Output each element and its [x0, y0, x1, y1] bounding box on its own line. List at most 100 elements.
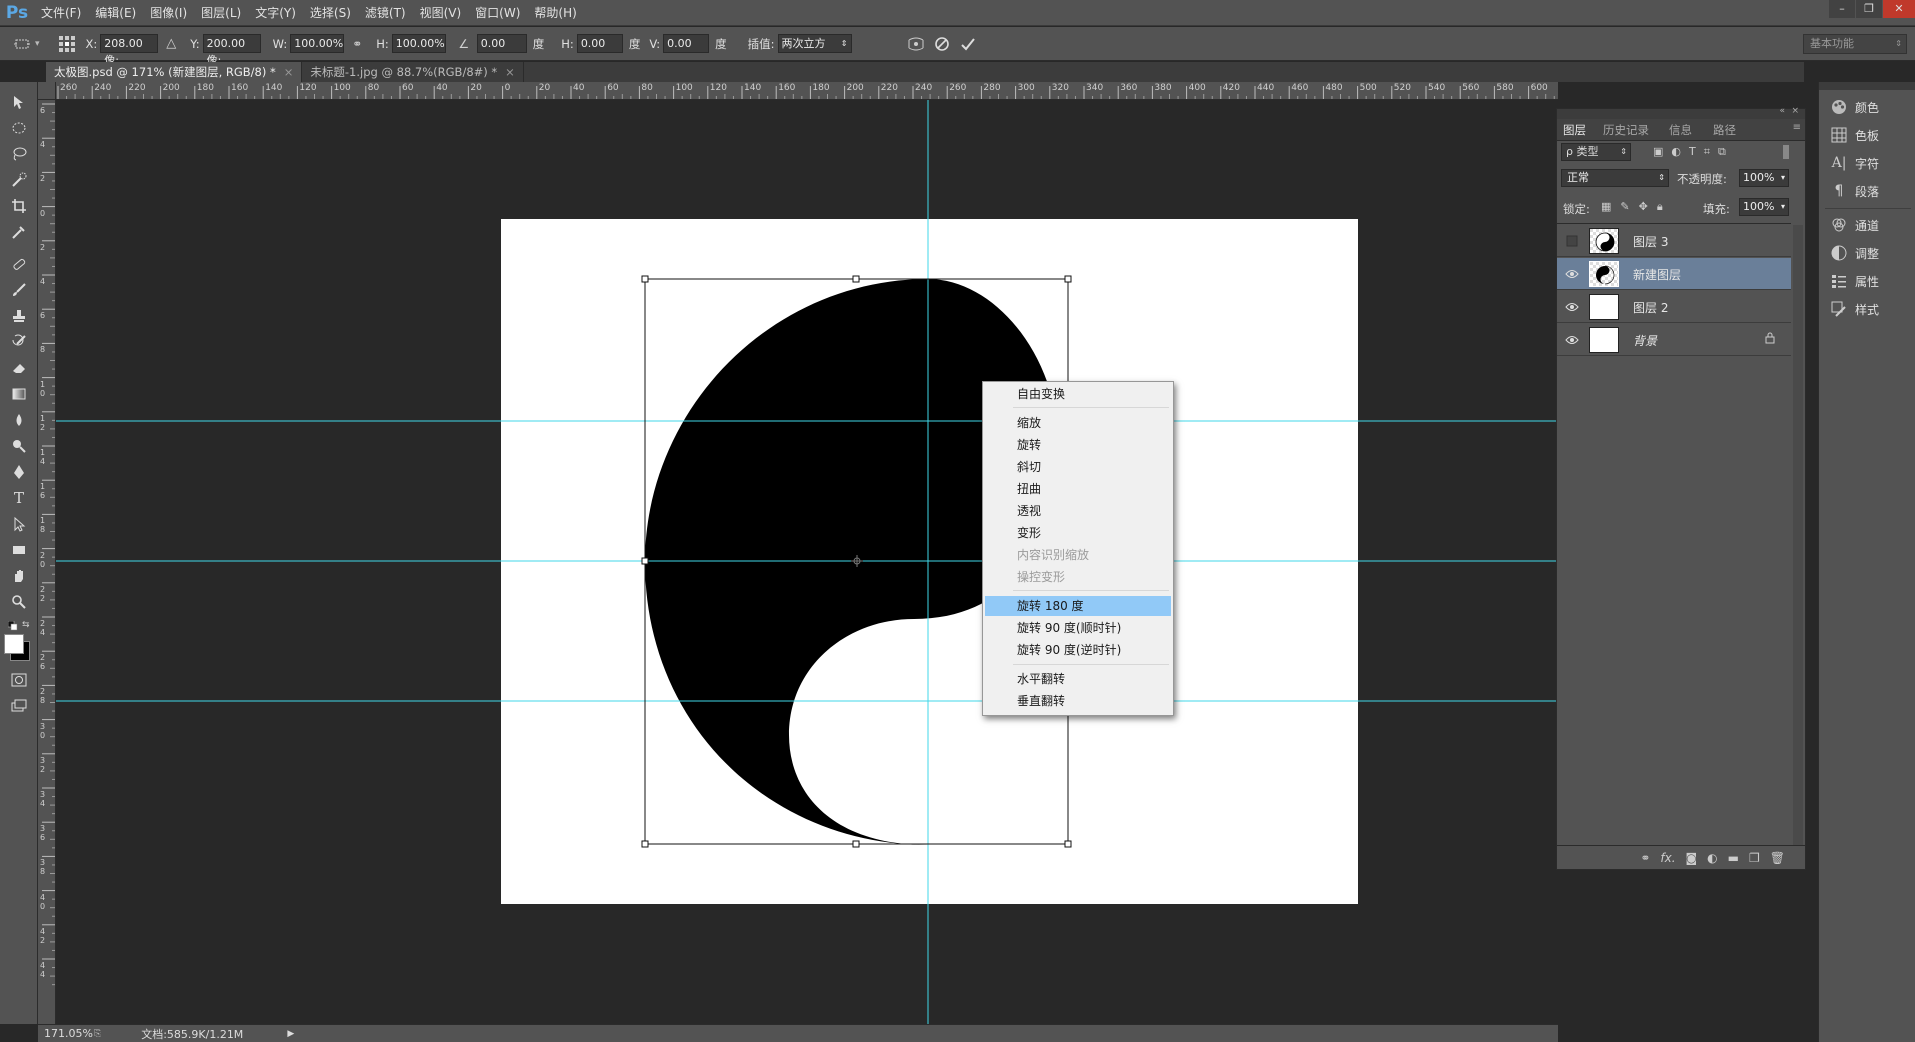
menu-help[interactable]: 帮助(H) [527, 0, 583, 26]
screen-mode-icon[interactable] [8, 696, 30, 716]
rectangle-tool-icon[interactable] [8, 540, 30, 560]
move-tool-icon[interactable] [8, 92, 30, 112]
tab-paths[interactable]: 路径 [1713, 122, 1736, 138]
path-selection-tool-icon[interactable] [8, 514, 30, 534]
default-colors-icon[interactable] [7, 620, 18, 631]
eye-icon[interactable] [1565, 333, 1579, 347]
quick-selection-tool-icon[interactable] [8, 170, 30, 190]
layer-filter-select[interactable]: ρ 类型 ⇕ [1561, 143, 1631, 161]
dock-swatches[interactable]: 色板 [1831, 124, 1915, 146]
menu-item-flip-horizontal[interactable]: 水平翻转 [985, 669, 1171, 689]
width-input[interactable]: 100.00% [290, 34, 345, 53]
pen-tool-icon[interactable] [8, 462, 30, 482]
crop-tool-icon[interactable] [8, 196, 30, 216]
hand-tool-icon[interactable] [8, 566, 30, 586]
menu-layer[interactable]: 图层(L) [194, 0, 248, 26]
menu-item-scale[interactable]: 缩放 [985, 413, 1171, 433]
link-icon[interactable]: ⚭ [1640, 851, 1650, 865]
layer-row-new-layer[interactable]: 新建图层 [1557, 258, 1791, 290]
lock-transparency-icon[interactable]: ▦ [1601, 200, 1611, 214]
type-filter-icon[interactable]: T [1689, 145, 1696, 161]
layer-name[interactable]: 图层 2 [1633, 299, 1668, 316]
transform-tool-icon[interactable] [12, 34, 32, 54]
tab-history[interactable]: 历史记录 [1603, 122, 1649, 138]
menu-item-rotate-90-ccw[interactable]: 旋转 90 度(逆时针) [985, 640, 1171, 660]
menu-select[interactable]: 选择(S) [303, 0, 358, 26]
workspace-select[interactable]: 基本功能 ⇕ [1803, 34, 1907, 54]
pixel-filter-icon[interactable]: ▣ [1653, 145, 1663, 161]
dock-paragraph[interactable]: ¶ 段落 [1831, 180, 1915, 202]
collapse-icon[interactable]: « [1779, 106, 1785, 116]
ruler-origin[interactable] [38, 82, 56, 100]
commit-transform-icon[interactable] [958, 34, 978, 54]
clone-stamp-tool-icon[interactable] [8, 306, 30, 326]
height-input[interactable]: 100.00% [391, 34, 446, 53]
layer-name[interactable]: 新建图层 [1633, 266, 1681, 283]
eye-icon[interactable] [1565, 300, 1579, 314]
adjustment-icon[interactable]: ◐ [1707, 851, 1717, 865]
dodge-tool-icon[interactable] [8, 436, 30, 456]
foreground-color-swatch[interactable] [4, 634, 24, 654]
marquee-tool-icon[interactable] [8, 118, 30, 138]
menu-item-skew[interactable]: 斜切 [985, 457, 1171, 477]
dock-color[interactable]: 颜色 [1831, 96, 1915, 118]
interpolation-select[interactable]: 两次立方 ⇕ [777, 34, 852, 53]
reference-point-icon[interactable] [57, 34, 77, 54]
ruler-horizontal[interactable]: 260 240 220 200 180 160 140 120 100 80 60 40 20 0 20 40… [46, 82, 1558, 100]
tab-layers[interactable]: 图层 [1563, 122, 1586, 138]
menu-type[interactable]: 文字(Y) [248, 0, 303, 26]
menu-item-flip-vertical[interactable]: 垂直翻转 [985, 691, 1171, 711]
type-tool-icon[interactable]: T [8, 488, 30, 508]
healing-brush-tool-icon[interactable] [8, 254, 30, 274]
tab-info[interactable]: 信息 [1669, 122, 1692, 138]
warp-mode-icon[interactable] [906, 34, 926, 54]
smart-object-filter-icon[interactable]: ⧉ [1718, 145, 1726, 161]
vskew-input[interactable]: 0.00 [663, 34, 710, 53]
canvas-area[interactable] [56, 100, 1558, 1024]
zoom-level[interactable]: 171.05% [44, 1027, 94, 1040]
tab-untitled-jpg[interactable]: 未标题-1.jpg @ 88.7%(RGB/8#) * × [302, 62, 524, 82]
menu-item-rotate-90-cw[interactable]: 旋转 90 度(顺时针) [985, 618, 1171, 638]
fx-icon[interactable]: fx. [1660, 851, 1675, 865]
dock-properties[interactable]: 属性 [1831, 270, 1915, 292]
eyedropper-tool-icon[interactable] [8, 222, 30, 242]
close-icon[interactable]: × [284, 62, 294, 82]
shape-filter-icon[interactable]: ⌗ [1704, 145, 1710, 161]
lock-all-icon[interactable]: 🔒︎ [1657, 200, 1663, 214]
menu-file[interactable]: 文件(F) [34, 0, 88, 26]
layer-row-layer2[interactable]: 图层 2 [1557, 291, 1791, 323]
opacity-input[interactable]: 100% ▾ [1739, 169, 1789, 187]
menu-view[interactable]: 视图(V) [413, 0, 469, 26]
angle-input[interactable]: 0.00 [476, 34, 527, 53]
visibility-toggle-off[interactable] [1565, 234, 1579, 248]
dock-styles[interactable]: 样式 [1831, 298, 1915, 320]
eye-icon[interactable] [1565, 267, 1579, 281]
menu-window[interactable]: 窗口(W) [468, 0, 527, 26]
tool-preset-chevron-icon[interactable]: ▾ [35, 39, 40, 49]
minimize-button[interactable]: – [1829, 0, 1855, 18]
dock-channels[interactable]: 通道 [1831, 214, 1915, 236]
hskew-input[interactable]: 0.00 [576, 34, 623, 53]
new-layer-icon[interactable]: ❐ [1749, 851, 1760, 865]
fill-input[interactable]: 100% ▾ [1739, 198, 1789, 216]
menu-image[interactable]: 图像(I) [143, 0, 194, 26]
gradient-tool-icon[interactable] [8, 384, 30, 404]
trash-icon[interactable]: 🗑︎ [1770, 851, 1785, 865]
menu-item-rotate-180[interactable]: 旋转 180 度 [985, 596, 1171, 616]
zoom-tool-icon[interactable] [8, 592, 30, 612]
layer-row-layer3[interactable]: 图层 3 [1557, 225, 1791, 257]
y-input[interactable]: 200.00 像: [202, 34, 261, 67]
restore-button[interactable]: ❐ [1856, 0, 1882, 18]
filter-toggle[interactable] [1783, 145, 1789, 159]
status-share-icon[interactable]: ⎘ [94, 1029, 101, 1039]
panel-menu-icon[interactable]: ≡ [1793, 122, 1801, 133]
status-expand-icon[interactable]: ▶ [287, 1029, 294, 1039]
menu-item-warp[interactable]: 变形 [985, 523, 1171, 543]
folder-icon[interactable]: ▬ [1728, 851, 1739, 865]
ruler-vertical[interactable]: 6 4 2 0 2 4 6 8 1 0 1 2 1 4 1 6 1 8 2 0 2 2 2 4 2 6 2 8 3 … [38, 100, 56, 1024]
document-canvas[interactable] [56, 100, 1558, 1024]
link-aspect-icon[interactable]: ⚭ [347, 34, 367, 54]
menu-item-free-transform[interactable]: 自由变换 [985, 384, 1171, 404]
close-icon[interactable]: × [1791, 106, 1799, 116]
brush-tool-icon[interactable] [8, 280, 30, 300]
